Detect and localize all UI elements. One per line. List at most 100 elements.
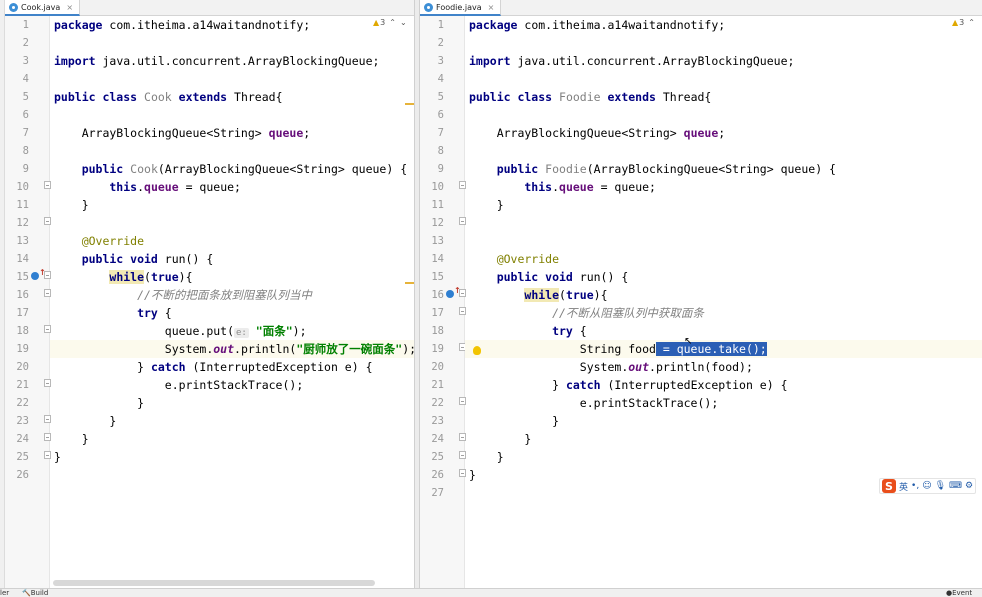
line-number: 27 <box>431 487 444 499</box>
cook-editor-pane[interactable]: Cook.java × ▲ 3 ⌃ ⌄ 1 2 3 4 5 6 7 8 9 10 … <box>5 0 414 588</box>
line-number: 15 <box>16 271 29 283</box>
ime-toolbar[interactable]: S 英 •, ☺ 🎙 ⌨ ⚙ <box>879 478 977 494</box>
ime-language-toggle[interactable]: 英 <box>899 480 908 493</box>
foodie-tab-bar: Foodie.java × <box>420 0 982 16</box>
ime-punctuation-icon[interactable]: •, <box>911 481 919 491</box>
close-tab-icon[interactable]: × <box>488 3 495 12</box>
line-number: 9 <box>437 163 444 175</box>
cook-gutter[interactable]: 1 2 3 4 5 6 7 8 9 10 11 12 13 14 15 16 1… <box>5 16 51 588</box>
code-line[interactable]: public class Foodie extends Thread{ <box>465 88 982 106</box>
code-line[interactable]: while(true){ <box>465 286 982 304</box>
code-line[interactable]: queue.put(e: "面条"); <box>50 322 414 340</box>
ime-keyboard-icon[interactable]: ⌨ <box>949 481 962 491</box>
line-number: 21 <box>431 379 444 391</box>
line-number: 19 <box>16 343 29 355</box>
code-line[interactable]: public class Cook extends Thread{ <box>50 88 414 106</box>
build-tool-window-button[interactable]: 🔨 Build <box>22 589 48 597</box>
ime-emoji-icon[interactable]: ☺ <box>922 481 931 491</box>
line-number: 24 <box>16 433 29 445</box>
code-line[interactable]: this.queue = queue; <box>50 178 414 196</box>
code-line[interactable]: } <box>50 412 414 430</box>
code-line[interactable]: ArrayBlockingQueue<String> queue; <box>50 124 414 142</box>
code-line[interactable]: } <box>50 394 414 412</box>
code-line[interactable]: //不断从阻塞队列中获取面条 <box>465 304 982 322</box>
line-number: 17 <box>16 307 29 319</box>
code-line[interactable]: try { <box>465 322 982 340</box>
override-method-icon[interactable] <box>31 268 46 280</box>
line-number: 3 <box>437 55 444 67</box>
code-line[interactable]: @Override <box>50 232 414 250</box>
code-line[interactable]: } catch (InterruptedException e) { <box>465 376 982 394</box>
foodie-gutter[interactable]: 1 2 3 4 5 6 7 8 9 10 11 12 13 14 15 16 1… <box>420 16 466 588</box>
code-line[interactable]: } <box>50 430 414 448</box>
code-line[interactable]: e.printStackTrace(); <box>465 394 982 412</box>
code-line[interactable]: public void run() { <box>50 250 414 268</box>
cook-code-area[interactable]: package com.itheima.a14waitandnotify; im… <box>50 16 414 588</box>
override-method-icon[interactable] <box>446 286 461 298</box>
code-line-current[interactable]: System.out.println("厨师放了一碗面条"); <box>50 340 414 358</box>
line-number: 14 <box>16 253 29 265</box>
code-line[interactable]: import java.util.concurrent.ArrayBlockin… <box>465 52 982 70</box>
tool-window-fragment[interactable]: ler <box>0 589 9 597</box>
cook-tab-bar: Cook.java × <box>5 0 414 16</box>
code-line[interactable]: try { <box>50 304 414 322</box>
line-number: 1 <box>22 19 29 31</box>
line-number: 13 <box>431 235 444 247</box>
code-line[interactable]: } <box>465 448 982 466</box>
line-number: 26 <box>16 469 29 481</box>
line-number: 10 <box>16 181 29 193</box>
foodie-code-area[interactable]: package com.itheima.a14waitandnotify; im… <box>465 16 982 588</box>
close-tab-icon[interactable]: × <box>66 3 73 12</box>
code-line[interactable]: package com.itheima.a14waitandnotify; <box>50 16 414 34</box>
intention-bulb-icon[interactable] <box>473 346 481 355</box>
ime-voice-icon[interactable]: 🎙 <box>935 481 946 491</box>
java-class-icon <box>424 2 433 12</box>
error-stripe-marker[interactable] <box>405 103 414 105</box>
line-number: 15 <box>431 271 444 283</box>
code-line-current[interactable]: String food = queue.take(); <box>465 340 982 358</box>
code-line[interactable]: } <box>50 196 414 214</box>
sogou-logo-icon[interactable]: S <box>882 479 896 493</box>
code-line[interactable]: } <box>50 448 414 466</box>
text-selection: = queue.take(); <box>655 342 767 356</box>
code-line[interactable]: } <box>465 196 982 214</box>
code-line[interactable]: package com.itheima.a14waitandnotify; <box>465 16 982 34</box>
line-number: 14 <box>431 253 444 265</box>
line-number: 2 <box>22 37 29 49</box>
horizontal-scrollbar[interactable] <box>53 580 375 586</box>
line-number: 18 <box>431 325 444 337</box>
line-number: 5 <box>22 91 29 103</box>
line-number: 12 <box>16 217 29 229</box>
code-line[interactable]: public Cook(ArrayBlockingQueue<String> q… <box>50 160 414 178</box>
error-stripe-marker[interactable] <box>405 282 414 284</box>
line-number: 12 <box>431 217 444 229</box>
code-line[interactable]: while(true){ <box>50 268 414 286</box>
ime-settings-icon[interactable]: ⚙ <box>965 481 973 491</box>
event-log-button[interactable]: ● Event L <box>946 589 972 597</box>
tab-cook-java[interactable]: Cook.java × <box>5 0 81 16</box>
code-line[interactable]: public Foodie(ArrayBlockingQueue<String>… <box>465 160 982 178</box>
line-number: 26 <box>431 469 444 481</box>
code-line[interactable]: } <box>465 412 982 430</box>
foodie-editor-pane[interactable]: Foodie.java × ▲ 3 ⌃ 1 2 3 4 5 6 7 8 9 10 … <box>420 0 982 588</box>
code-line[interactable]: @Override <box>465 250 982 268</box>
code-line[interactable]: } <box>465 430 982 448</box>
line-number: 6 <box>22 109 29 121</box>
line-number: 7 <box>437 127 444 139</box>
line-number: 23 <box>431 415 444 427</box>
code-line[interactable]: public void run() { <box>465 268 982 286</box>
line-number: 20 <box>16 361 29 373</box>
code-line[interactable]: //不断的把面条放到阻塞队列当中 <box>50 286 414 304</box>
tab-label: Foodie.java <box>436 2 482 12</box>
code-line[interactable]: ArrayBlockingQueue<String> queue; <box>465 124 982 142</box>
code-line[interactable]: this.queue = queue; <box>465 178 982 196</box>
code-line[interactable]: System.out.println(food); <box>465 358 982 376</box>
code-line[interactable]: import java.util.concurrent.ArrayBlockin… <box>50 52 414 70</box>
line-number: 16 <box>16 289 29 301</box>
tab-foodie-java[interactable]: Foodie.java × <box>420 0 502 16</box>
line-number: 20 <box>431 361 444 373</box>
line-number: 6 <box>437 109 444 121</box>
code-line[interactable]: } catch (InterruptedException e) { <box>50 358 414 376</box>
code-line[interactable]: e.printStackTrace(); <box>50 376 414 394</box>
tool-window-bar: ler 🔨 Build ● Event L <box>0 588 982 597</box>
